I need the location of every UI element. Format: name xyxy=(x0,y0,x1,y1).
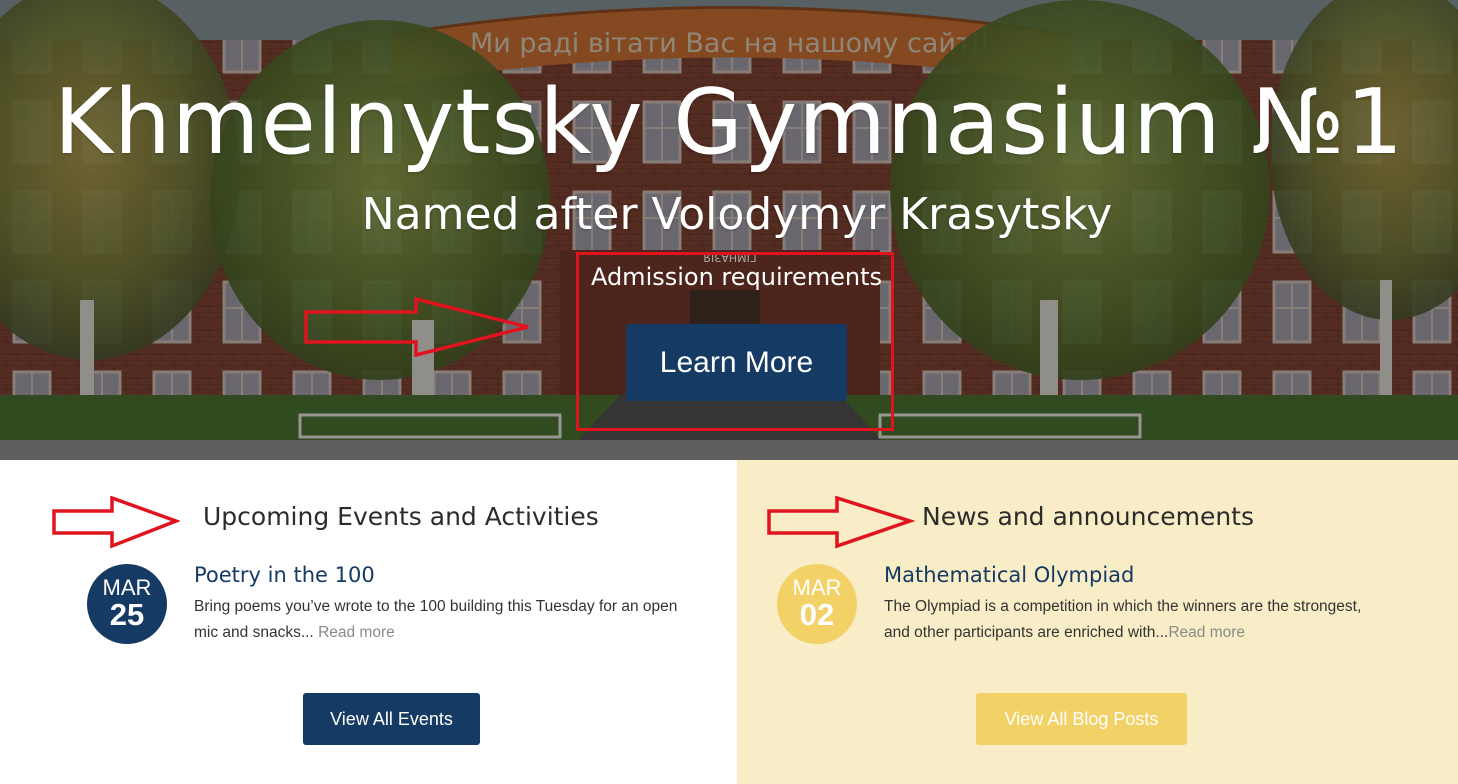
news-title-link[interactable]: Mathematical Olympiad xyxy=(884,563,1134,588)
news-date-badge: MAR 02 xyxy=(777,564,857,644)
event-month: MAR xyxy=(102,575,152,600)
events-heading: Upcoming Events and Activities xyxy=(203,502,599,531)
news-month: MAR xyxy=(792,575,842,600)
event-excerpt: Bring poems you’ve wrote to the 100 buil… xyxy=(194,594,694,646)
view-all-events-button[interactable]: View All Events xyxy=(303,693,480,745)
annotation-arrow-icon xyxy=(52,496,180,549)
events-section: Upcoming Events and Activities MAR 25 Po… xyxy=(0,460,737,784)
event-title-link[interactable]: Poetry in the 100 xyxy=(194,563,375,588)
annotation-arrow-icon xyxy=(767,496,915,549)
news-heading: News and announcements xyxy=(922,502,1255,531)
event-excerpt-text: Bring poems you’ve wrote to the 100 buil… xyxy=(194,598,678,641)
event-date-badge: MAR 25 xyxy=(87,564,167,644)
site-title: Khmelnytsky Gymnasium №1 xyxy=(53,70,1405,175)
news-excerpt-text: The Olympiad is a competition in which t… xyxy=(884,598,1362,641)
news-day: 02 xyxy=(799,597,835,632)
news-section: News and announcements MAR 02 Mathematic… xyxy=(737,460,1458,784)
event-day: 25 xyxy=(109,597,145,632)
site-subtitle: Named after Volodymyr Krasytsky xyxy=(361,189,1113,240)
annotation-arrow-icon xyxy=(304,297,529,357)
news-read-more-link[interactable]: Read more xyxy=(1168,624,1245,641)
event-read-more-link[interactable]: Read more xyxy=(318,624,395,641)
news-excerpt: The Olympiad is a competition in which t… xyxy=(884,594,1384,646)
view-all-blog-posts-button[interactable]: View All Blog Posts xyxy=(976,693,1187,745)
hero-banner: Ми раді вітати Вас на нашому сайті! ГІМН… xyxy=(0,0,1458,460)
annotation-highlight-box xyxy=(576,252,894,431)
